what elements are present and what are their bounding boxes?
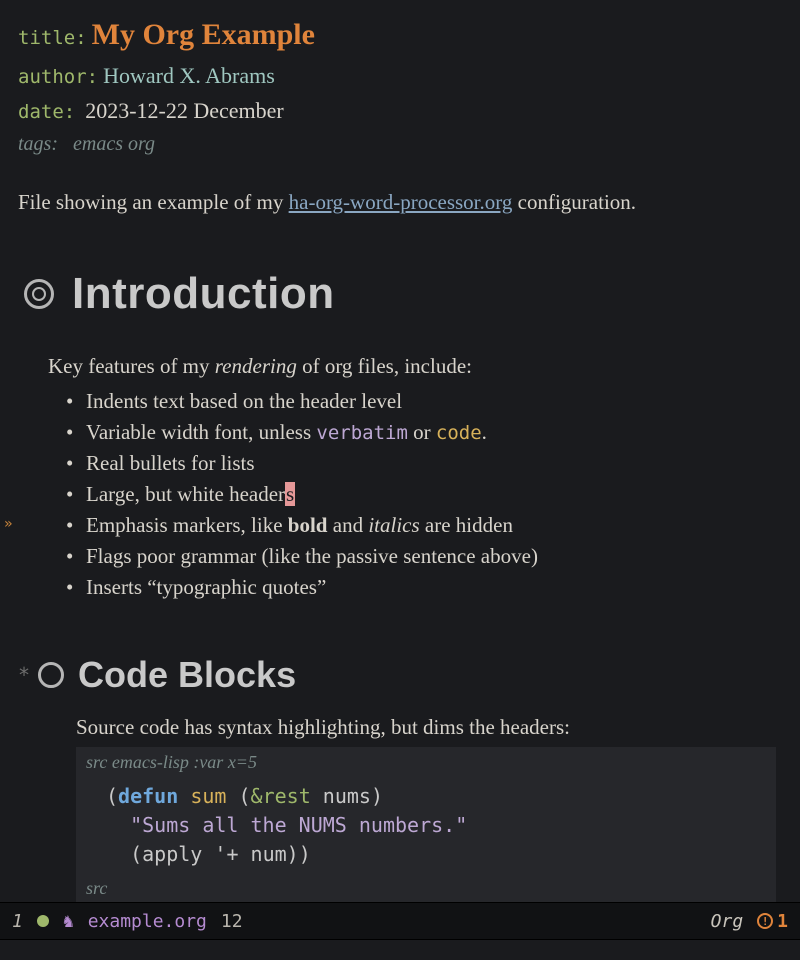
meta-key-tags: tags: [18,133,58,155]
meta-key-date: date [18,101,64,123]
meta-title-row: title: My Org Example [18,12,782,57]
doc-author: Howard X. Abrams [103,63,275,88]
buffer-name[interactable]: example.org [88,908,207,935]
list-item: Large, but white headers [64,479,782,510]
emacs-state-icon: ♞ [63,908,74,935]
fringe-indicator-icon: » [4,514,12,535]
meta-key-title: title [18,27,75,49]
heading-star: * [18,660,30,690]
doc-date: 2023-12-22 December [85,98,284,123]
modified-indicator-icon [37,915,49,927]
introduction-body: Key features of my rendering of org file… [48,351,782,604]
features-intro: Key features of my rendering of org file… [48,351,782,383]
list-item: Inserts “typographic quotes” [64,572,782,603]
list-item: Real bullets for lists [64,448,782,479]
src-end-line: src [86,873,766,902]
minibuffer[interactable] [0,940,800,960]
list-item: Flags poor grammar (like the passive sen… [64,541,782,572]
src-begin-line: src emacs-lisp :var x=5 [86,747,766,778]
heading-code-blocks[interactable]: * Code Blocks [18,648,782,702]
features-list: Indents text based on the header level V… [64,386,782,604]
heading-bullet-icon [24,279,54,309]
warning-icon: ! [757,913,773,929]
intro-paragraph: File showing an example of my ha-org-wor… [18,187,782,219]
config-link[interactable]: ha-org-word-processor.org [289,190,513,214]
meta-author-row: author: Howard X. Abrams [18,59,782,92]
heading-introduction[interactable]: Introduction [24,261,782,327]
doc-tags: emacs org [73,133,155,155]
cursor: s [285,482,295,506]
list-item: Variable width font, unless verbatim or … [64,417,782,448]
code-sample: code [436,422,482,444]
meta-key-author: author [18,66,87,88]
verbatim-sample: verbatim [316,422,408,444]
heading-bullet-icon [38,662,64,688]
src-intro: Source code has syntax highlighting, but… [76,712,782,744]
source-code[interactable]: (defun sum (&rest nums) "Sums all the NU… [86,778,766,873]
source-block[interactable]: src emacs-lisp :var x=5 (defun sum (&res… [76,747,776,902]
editor-buffer[interactable]: title: My Org Example author: Howard X. … [0,0,800,902]
list-item: Emphasis markers, like bold and italics … [64,510,782,541]
meta-tags-row: tags: emacs org [18,129,782,159]
list-item: Indents text based on the header level [64,386,782,417]
meta-date-row: date: 2023-12-22 December [18,94,782,127]
modeline[interactable]: 1 ♞ example.org 12 Org ! 1 [0,902,800,940]
modeline-window-number: 1 [12,908,23,935]
flycheck-warning[interactable]: ! 1 [757,908,788,935]
warning-count: 1 [777,908,788,935]
major-mode[interactable]: Org [711,908,744,935]
doc-title: My Org Example [92,18,315,51]
line-number: 12 [221,908,243,935]
